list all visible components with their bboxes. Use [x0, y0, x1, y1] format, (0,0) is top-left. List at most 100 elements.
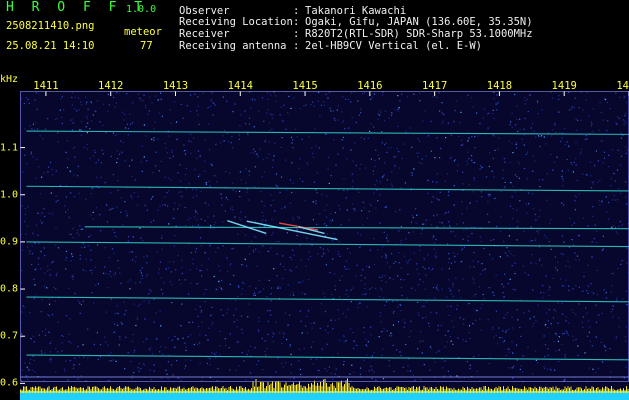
- noise-dot: [79, 254, 81, 257]
- noise-dot: [362, 224, 364, 226]
- noise-dot: [69, 318, 71, 320]
- spectrum-bar: [54, 386, 56, 393]
- noise-dot: [126, 123, 128, 125]
- noise-dot: [34, 371, 36, 373]
- noise-dot: [437, 329, 439, 331]
- noise-dot: [546, 199, 548, 201]
- noise-dot: [161, 115, 163, 117]
- spectrum-bar: [539, 386, 540, 393]
- noise-dot: [381, 131, 383, 133]
- noise-dot: [247, 350, 249, 352]
- noise-dot: [503, 317, 505, 319]
- spectrum-bar: [251, 388, 252, 393]
- noise-dot: [272, 114, 274, 116]
- spectrum-bar: [158, 389, 159, 393]
- noise-dot: [199, 155, 201, 157]
- noise-dot: [279, 287, 281, 289]
- noise-dot: [605, 292, 607, 294]
- noise-dot: [145, 338, 148, 340]
- spectrum-bar: [306, 388, 308, 393]
- noise-dot: [359, 373, 361, 375]
- spectrum-bar: [596, 388, 597, 393]
- noise-dot: [289, 256, 291, 258]
- noise-dot: [381, 142, 383, 144]
- noise-dot: [181, 267, 183, 269]
- noise-dot: [21, 269, 23, 272]
- noise-dot: [562, 180, 564, 182]
- noise-dot: [197, 315, 199, 317]
- noise-dot: [418, 284, 420, 286]
- spectrum-bar: [615, 390, 617, 393]
- noise-dot: [281, 342, 283, 344]
- noise-dot: [201, 275, 203, 277]
- noise-dot: [289, 202, 292, 204]
- spectrum-bar: [333, 385, 335, 393]
- noise-dot: [224, 129, 226, 132]
- meteor-count-label: meteor: [124, 26, 162, 38]
- noise-dot: [244, 110, 246, 112]
- noise-dot: [110, 276, 112, 278]
- noise-dot: [562, 185, 564, 187]
- spectrum-bar: [107, 388, 108, 393]
- noise-dot: [239, 125, 241, 127]
- noise-dot: [460, 245, 462, 247]
- noise-dot: [31, 245, 33, 247]
- noise-dot: [560, 140, 562, 143]
- noise-dot: [432, 96, 434, 98]
- noise-dot: [135, 324, 137, 327]
- noise-dot: [238, 286, 240, 288]
- spectrum-bar: [44, 388, 45, 393]
- noise-dot: [53, 286, 55, 289]
- noise-dot: [436, 288, 438, 290]
- noise-dot: [419, 245, 421, 247]
- noise-dot: [585, 99, 587, 101]
- spectrum-bar: [519, 388, 521, 393]
- noise-dot: [183, 150, 185, 152]
- noise-dot: [110, 352, 112, 354]
- noise-dot: [184, 342, 186, 344]
- noise-dot: [423, 281, 425, 283]
- noise-dot: [205, 183, 207, 185]
- noise-dot: [400, 225, 402, 228]
- noise-dot: [113, 252, 115, 254]
- noise-dot: [606, 211, 608, 213]
- noise-dot: [251, 99, 253, 101]
- noise-dot: [196, 283, 198, 285]
- noise-dot: [384, 162, 386, 164]
- noise-dot: [146, 160, 148, 162]
- noise-dot: [92, 114, 94, 116]
- noise-dot: [400, 355, 402, 357]
- noise-dot: [155, 165, 157, 167]
- noise-dot: [360, 136, 362, 139]
- noise-dot: [471, 155, 473, 157]
- noise-dot: [450, 262, 453, 264]
- noise-dot: [65, 151, 67, 153]
- spectrum-bar: [543, 387, 545, 393]
- noise-dot: [471, 136, 473, 138]
- noise-dot: [356, 189, 358, 191]
- spectrum-bar: [531, 388, 533, 393]
- noise-dot: [436, 173, 438, 175]
- noise-dot: [584, 138, 586, 141]
- noise-dot: [124, 201, 126, 203]
- noise-dot: [371, 355, 373, 357]
- noise-dot: [225, 196, 227, 199]
- noise-dot: [554, 124, 556, 126]
- noise-dot: [608, 154, 610, 156]
- noise-dot: [221, 197, 223, 199]
- noise-dot: [253, 235, 255, 238]
- noise-dot: [235, 190, 237, 193]
- spectrum-bar: [281, 387, 282, 393]
- noise-dot: [346, 209, 348, 211]
- noise-dot: [241, 332, 244, 334]
- noise-dot: [427, 135, 430, 137]
- noise-dot: [453, 326, 455, 328]
- noise-dot: [527, 346, 529, 348]
- noise-dot: [625, 290, 627, 292]
- spectrum-bar: [470, 389, 471, 393]
- noise-dot: [45, 328, 47, 330]
- noise-dot: [530, 262, 532, 264]
- noise-dot: [290, 353, 292, 355]
- noise-dot: [625, 366, 627, 368]
- noise-dot: [183, 144, 185, 146]
